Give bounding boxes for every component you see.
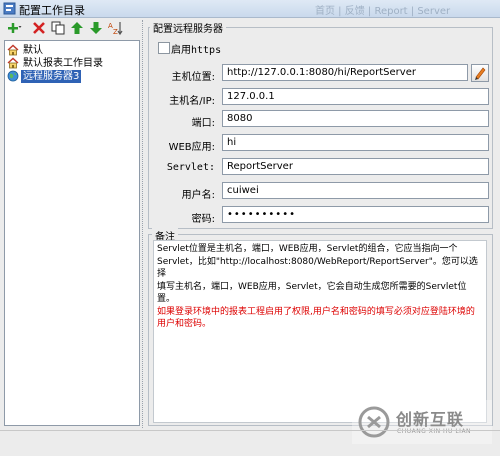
app-icon [3,2,16,15]
sort-icon: A Z [108,22,123,36]
home-icon [7,44,19,56]
copy-icon [51,21,65,35]
notes-text: Servlet位置是主机名，端口，WEB应用，Servlet的组合，它应当指向一… [153,240,487,423]
host-field[interactable] [222,88,489,105]
webapp-field[interactable] [222,134,489,151]
port-field[interactable] [222,110,489,127]
window-title: 配置工作目录 [19,4,85,17]
notes-line: Servlet，比如"http://localhost:8080/WebRepo… [157,256,478,280]
plus-icon [8,23,22,33]
https-label: 启用https [171,45,222,56]
arrow-down-icon [90,22,102,34]
username-label: 用户名: [181,190,215,201]
globe-icon [7,70,19,82]
add-button[interactable] [6,20,22,36]
toolbar: A Z [4,20,140,38]
notes-warning-line: 如果登录环境中的报表工程启用了权限,用户名和密码的填写必须对应登陆环境的 [157,306,475,317]
notes-line: 填写主机名，端口，WEB应用，Servlet，它会自动生成您所需要的Servle… [157,281,467,305]
password-field[interactable] [222,206,489,223]
server-tree[interactable]: 默认 默认报表工作目录 远程服务器3 [4,40,140,426]
sort-button[interactable]: A Z [108,20,124,36]
copy-button[interactable] [50,20,66,36]
tree-item-label: 默认 [23,45,43,56]
remote-server-group-title: 配置远程服务器 [150,20,226,35]
host-label: 主机名/IP: [169,96,215,107]
edit-icon [475,67,486,80]
port-label: 端口: [191,118,215,129]
url-label: 主机位置: [171,72,215,83]
delete-button[interactable] [31,20,47,36]
browse-button[interactable] [471,64,489,82]
background-window-title: 首页 | 反馈 | Report | Server [315,6,451,17]
title-bar: 配置工作目录 首页 | 反馈 | Report | Server [0,0,500,18]
tree-item-label: 远程服务器3 [21,70,82,83]
notes-warning-line: 用户和密码。 [157,319,212,329]
svg-text:Z: Z [113,28,118,36]
https-checkbox[interactable] [158,42,170,54]
tree-item-label: 默认报表工作目录 [23,58,103,69]
notes-line: Servlet位置是主机名，端口，WEB应用，Servlet的组合，它应当指向一… [157,244,458,254]
servlet-field[interactable] [222,158,489,175]
arrow-up-icon [71,22,83,34]
bottom-bar [0,430,500,456]
close-icon [33,22,45,34]
username-field[interactable] [222,182,489,199]
webapp-label: WEB应用: [168,142,215,153]
home-icon [7,57,19,69]
url-field[interactable] [222,64,468,81]
move-down-button[interactable] [88,20,104,36]
watermark-text: 创新互联 [396,410,465,429]
servlet-label: Servlet: [166,162,215,173]
move-up-button[interactable] [69,20,85,36]
password-label: 密码: [191,214,215,225]
